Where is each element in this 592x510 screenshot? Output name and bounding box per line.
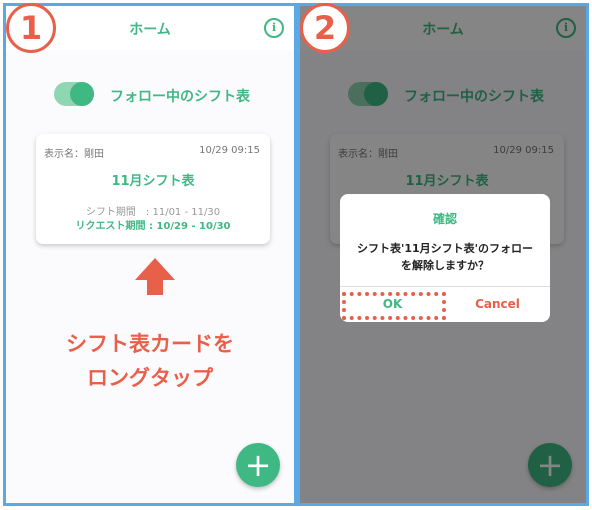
dialog-title: 確認: [432, 212, 457, 226]
cancel-button[interactable]: Cancel: [445, 287, 550, 322]
ok-highlight-box: [342, 292, 446, 320]
shift-table-card[interactable]: 表示名：剛田 10/29 09:15 11月シフト表 シフト期間 : 11/01…: [36, 134, 270, 244]
card-title: 11月シフト表: [111, 174, 195, 189]
card-request-period: リクエスト期間 : 10/29 - 10/30: [75, 221, 231, 232]
follow-toggle[interactable]: [54, 82, 94, 106]
card-shift-period: シフト期間 : 11/01 - 11/30: [85, 207, 221, 218]
arrow-stem: [147, 279, 163, 295]
instruction-line-2: ロングタップ: [87, 366, 213, 390]
step-badge-2: 2: [300, 3, 350, 53]
step-badge-1: 1: [6, 3, 56, 53]
plus-icon: +: [244, 446, 272, 484]
info-icon[interactable]: i: [264, 18, 284, 38]
card-display-name: 表示名：剛田: [44, 149, 104, 160]
follow-toggle-label: フォロー中のシフト表: [110, 89, 250, 105]
card-date: 10/29 09:15: [199, 145, 260, 156]
step2-panel: ホーム i フォロー中のシフト表 表示名：剛田 10/29 09:15 11月シ…: [297, 3, 589, 506]
add-button[interactable]: +: [236, 443, 280, 487]
arrow-up-icon: [135, 258, 175, 280]
step1-panel: ホーム i フォロー中のシフト表 表示名：剛田 10/29 09:15 11月シ…: [3, 3, 297, 506]
dialog-message: シフト表'11月シフト表'のフォローを解除しますか？: [356, 242, 534, 272]
instruction-line-1: シフト表カードを: [66, 332, 234, 356]
toggle-knob: [70, 82, 94, 106]
